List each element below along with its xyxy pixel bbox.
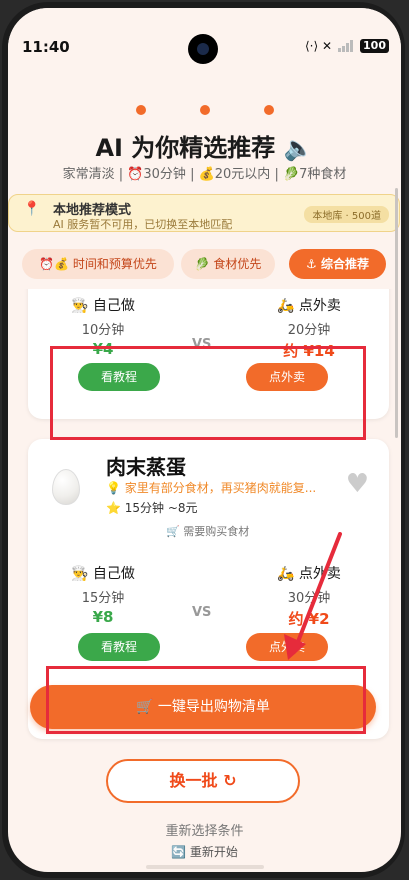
annotation-box	[50, 346, 366, 440]
phone-frame: 11:40 ⟨·⟩ ✕ 100 AI 为你精选推荐 🔈 家常清淡 | ⏰30分钟…	[0, 0, 409, 880]
tutorial-button[interactable]: 看教程	[78, 633, 160, 661]
self-cook-time: 10分钟	[81, 323, 125, 338]
refresh-batch-button[interactable]: 换一批 ↻	[106, 759, 300, 803]
home-indicator[interactable]	[146, 865, 264, 869]
status-icons: ⟨·⟩ ✕ 100	[305, 39, 389, 53]
vs-label: VS	[192, 605, 212, 620]
notice-subtitle: AI 服务暂不可用，已切换至本地匹配	[53, 218, 233, 231]
self-cook-section: 👨‍🍳 自己做 15分钟 ¥8	[28, 563, 178, 626]
annotation-box	[46, 666, 366, 734]
pin-icon: 📍	[23, 201, 41, 217]
tab-ingredients[interactable]: 🥬 食材优先	[181, 249, 275, 279]
page-subtitle: 家常清淡 | ⏰30分钟 | 💰20元以内 | 🥬7种食材	[62, 167, 347, 182]
self-cook-title: 👨‍🍳 自己做	[71, 298, 135, 314]
restart-link[interactable]: 🔄 重新开始	[8, 843, 401, 860]
signal-icon	[338, 40, 354, 52]
tab-overall[interactable]: ⚓ 综合推荐	[289, 249, 386, 279]
egg-icon	[52, 469, 80, 505]
screen: 11:40 ⟨·⟩ ✕ 100 AI 为你精选推荐 🔈 家常清淡 | ⏰30分钟…	[8, 8, 401, 872]
scrollbar[interactable]	[395, 188, 398, 438]
delivery-title: 🛵 点外卖	[277, 298, 341, 314]
sort-tabs: ⏰💰 时间和预算优先 🥬 食材优先 ⚓ 综合推荐	[8, 249, 401, 279]
status-time: 11:40	[22, 38, 70, 56]
tab-time-budget[interactable]: ⏰💰 时间和预算优先	[22, 249, 174, 279]
self-cook-title: 👨‍🍳 自己做	[71, 566, 135, 582]
need-buy-label: 🛒 需要购买食材	[166, 525, 250, 538]
dish-name: 肉末蒸蛋	[106, 455, 186, 479]
status-bar: 11:40 ⟨·⟩ ✕ 100	[8, 8, 401, 88]
dish-tip: 💡 家里有部分食材，再买猪肉就能复...	[106, 481, 317, 495]
page-title: AI 为你精选推荐 🔈	[95, 134, 314, 162]
dish-meta: ⭐ 15分钟 ~8元	[106, 501, 198, 515]
favorite-heart-icon[interactable]: ♥	[346, 469, 369, 499]
step-dot	[135, 105, 146, 115]
status-misc-icons: ⟨·⟩ ✕	[304, 39, 333, 53]
local-mode-notice: 📍 本地推荐模式 AI 服务暂不可用，已切换至本地匹配 本地库 · 500道	[8, 194, 400, 232]
step-dot	[263, 105, 274, 115]
step-dot	[199, 105, 210, 115]
local-library-badge: 本地库 · 500道	[304, 206, 389, 223]
reselect-conditions-link[interactable]: 重新选择条件	[8, 820, 401, 839]
battery-icon: 100	[360, 39, 389, 53]
self-cook-price: ¥8	[92, 608, 114, 626]
self-cook-time: 15分钟	[81, 591, 125, 606]
annotation-arrow-icon	[284, 532, 342, 660]
step-dots	[8, 100, 401, 119]
delivery-time: 20分钟	[287, 323, 331, 338]
front-camera	[188, 34, 218, 64]
